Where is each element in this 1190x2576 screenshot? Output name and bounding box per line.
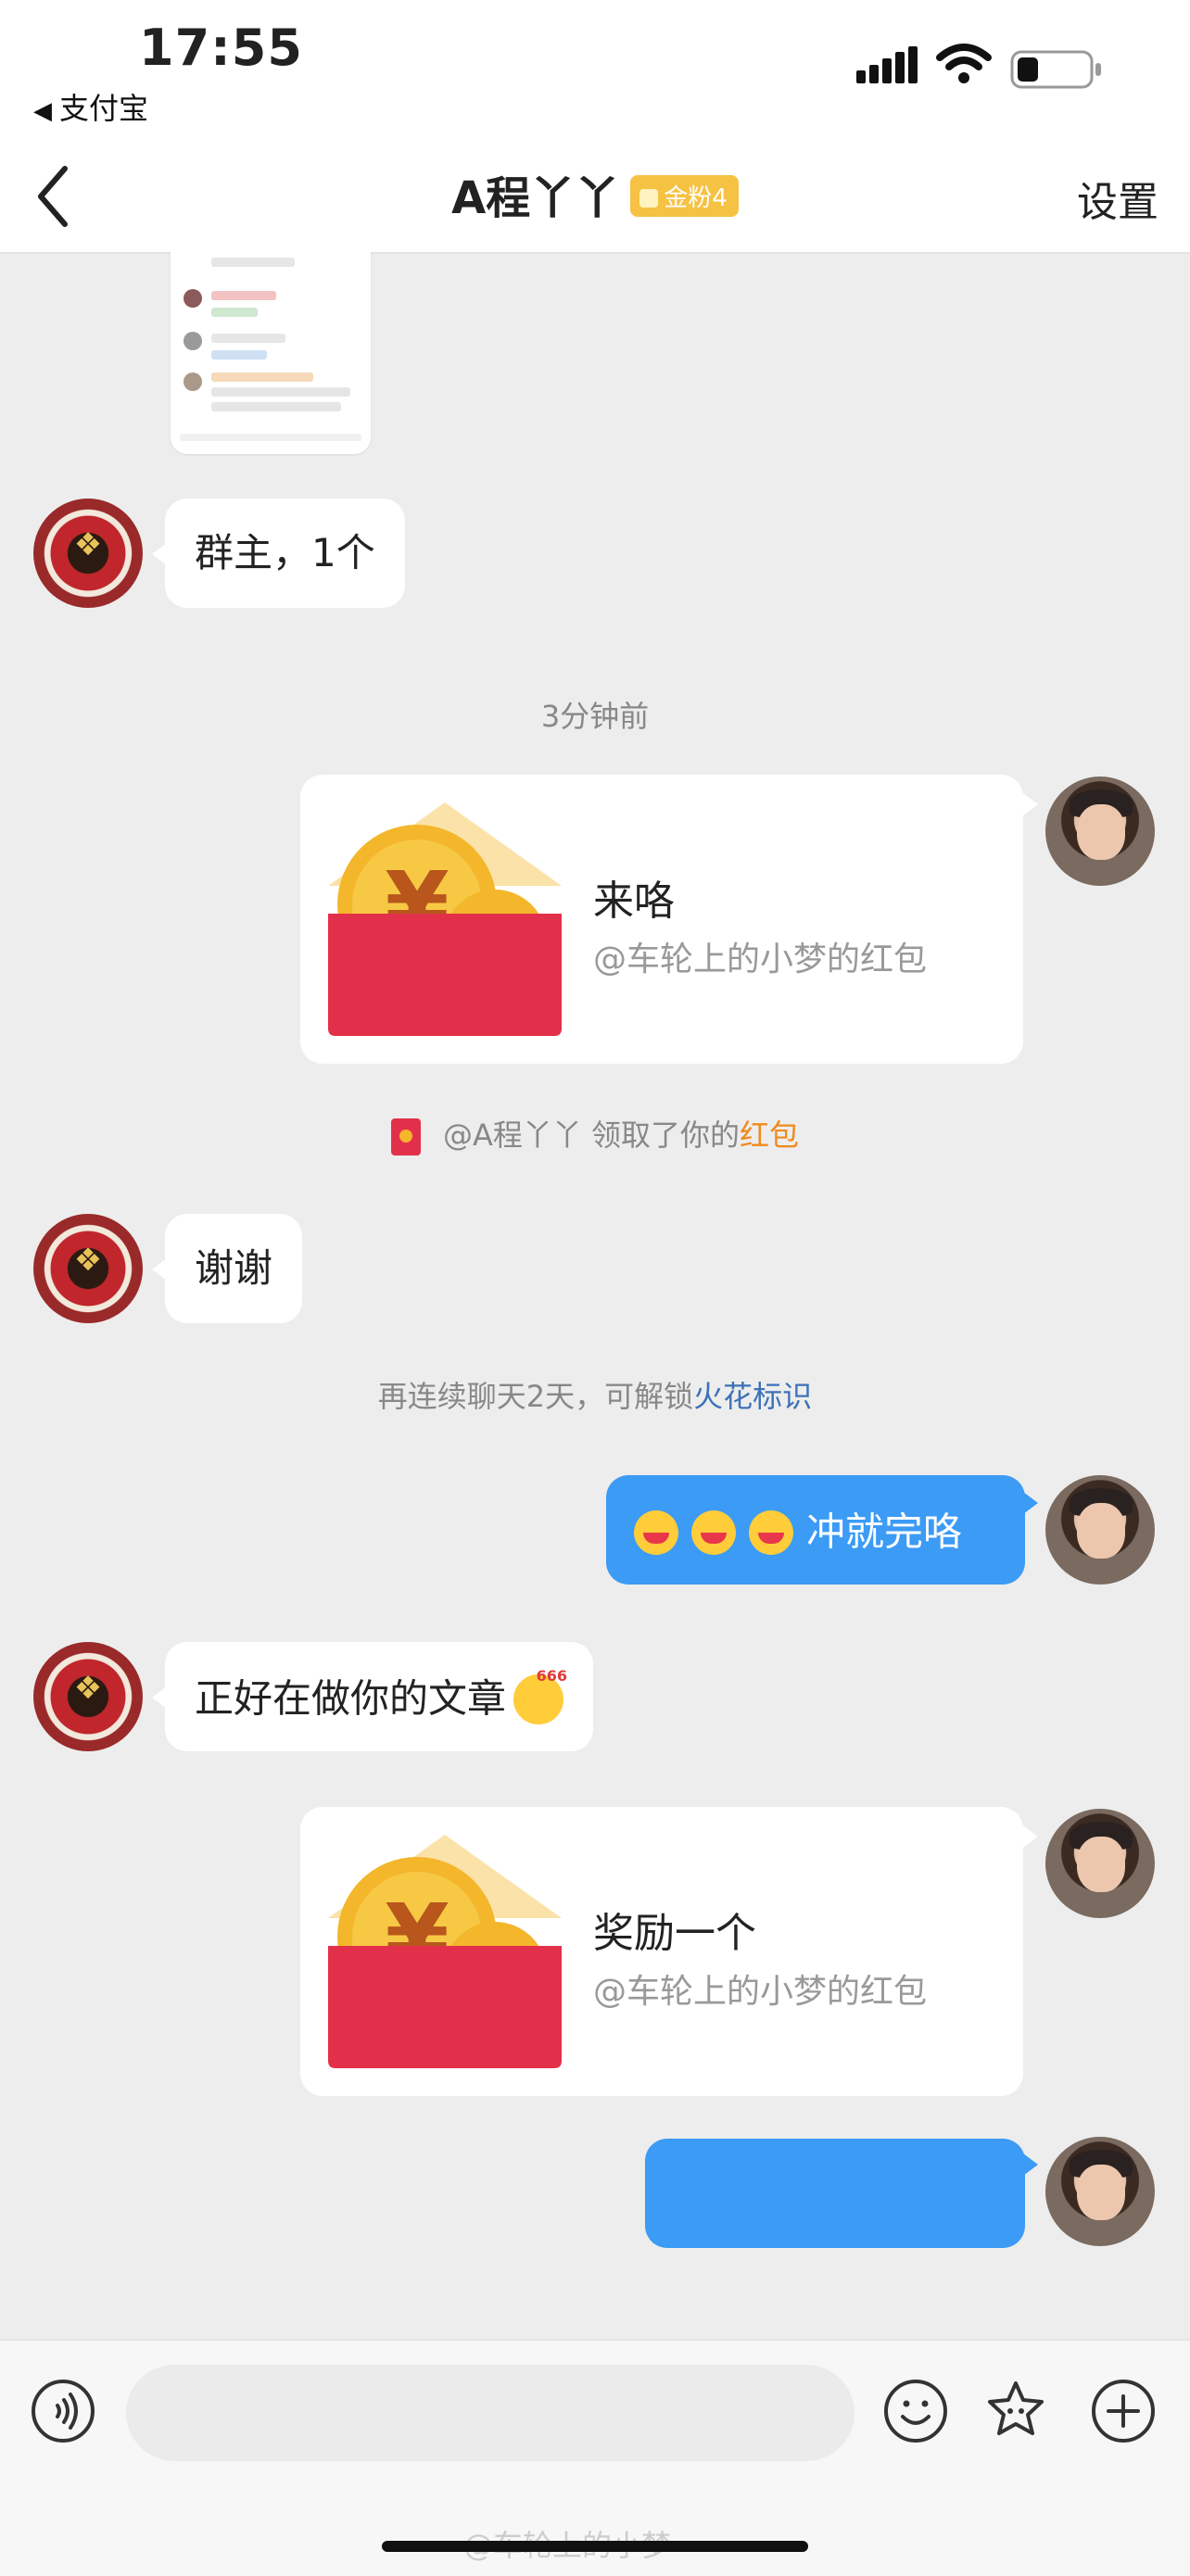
back-triangle-icon: ◀ xyxy=(33,97,52,125)
avatar-face xyxy=(1077,2165,1125,2220)
contact-avatar[interactable]: ❖ xyxy=(33,499,143,608)
red-packet-sender: @车轮上的小梦的红包 xyxy=(593,941,928,979)
home-indicator[interactable] xyxy=(382,2541,808,2552)
claim-notice-text: @A程丫丫 领取了你的 xyxy=(442,1118,741,1153)
wifi-icon xyxy=(936,44,992,83)
message-bubble-received[interactable]: 正好在做你的文章 666 xyxy=(165,1642,594,1751)
avatar-emblem: ❖ xyxy=(73,526,103,563)
contact-avatar[interactable]: ❖ xyxy=(33,1214,143,1323)
shot-avatar-dot xyxy=(184,373,202,391)
message-bubble-received[interactable]: 谢谢 xyxy=(165,1214,303,1323)
settings-button[interactable]: 设置 xyxy=(1077,169,1158,228)
avatar-face xyxy=(1077,1837,1125,1892)
my-avatar[interactable] xyxy=(1045,2137,1155,2246)
message-timestamp: 3分钟前 xyxy=(540,699,650,734)
voice-icon[interactable] xyxy=(30,2378,96,2444)
contact-name: A程丫丫 xyxy=(451,172,620,224)
shot-line xyxy=(211,350,267,360)
bubble-tail xyxy=(1023,1492,1038,1514)
spark-badge-link[interactable]: 火花标识 xyxy=(693,1379,812,1414)
my-avatar[interactable] xyxy=(1045,1475,1155,1585)
avatar-face xyxy=(1077,804,1125,860)
shot-avatar-dot xyxy=(184,289,202,308)
back-app-label: 支付宝 xyxy=(59,91,149,126)
avatar-face xyxy=(1077,1503,1125,1559)
red-packet-sender: @车轮上的小梦的红包 xyxy=(593,1973,928,2011)
message-text: 冲就完咯 xyxy=(806,1509,963,1555)
message-text: 正好在做你的文章 xyxy=(195,1675,507,1722)
message-bubble-sent[interactable] xyxy=(645,2139,1025,2248)
bubble-tail xyxy=(1023,793,1038,815)
message-text: 谢谢 xyxy=(195,1245,273,1291)
plus-icon[interactable] xyxy=(1090,2378,1157,2444)
message-bubble-sent[interactable]: 冲就完咯 xyxy=(606,1475,1025,1585)
red-packet-icon: ¥ xyxy=(328,1835,562,2068)
kiss-emoji-icon xyxy=(691,1509,736,1555)
cellular-signal-icon xyxy=(856,46,918,83)
red-packet-link[interactable]: 红包 xyxy=(740,1118,799,1153)
my-avatar[interactable] xyxy=(1045,1809,1155,1918)
bubble-tail xyxy=(1023,1825,1038,1848)
shared-screenshot-image[interactable] xyxy=(171,252,371,454)
emoji-icon[interactable] xyxy=(882,2378,949,2444)
chat-header: A程丫丫 金粉4 设置 xyxy=(0,139,1190,254)
avatar-emblem: ❖ xyxy=(73,1670,103,1707)
shot-line xyxy=(211,334,285,343)
kiss-emoji-icon xyxy=(749,1509,793,1555)
shot-line xyxy=(211,308,258,317)
shot-avatar-dot xyxy=(184,332,202,350)
thumbs-666-emoji-icon: 666 xyxy=(513,1667,567,1724)
battery-icon xyxy=(1010,50,1101,89)
shot-line xyxy=(211,387,350,397)
red-packet-title: 来咯 xyxy=(593,878,675,925)
message-input[interactable] xyxy=(126,2365,855,2461)
shot-line xyxy=(211,373,313,382)
streak-notice-text: 再连续聊天2天，可解锁 xyxy=(377,1379,694,1414)
my-avatar[interactable] xyxy=(1045,777,1155,886)
bubble-tail xyxy=(1023,2153,1038,2176)
shot-line xyxy=(211,291,276,300)
claim-notice: @A程丫丫 领取了你的红包 xyxy=(0,1112,1190,1155)
shot-line xyxy=(211,402,341,411)
red-packet-card[interactable]: ¥ 来咯 @车轮上的小梦的红包 xyxy=(300,775,1023,1064)
sticker-icon[interactable] xyxy=(982,2378,1049,2444)
back-to-app-link[interactable]: ◀ 支付宝 xyxy=(33,85,148,128)
avatar-emblem: ❖ xyxy=(73,1242,103,1279)
fan-badge-label: 金粉4 xyxy=(664,183,728,212)
red-packet-icon: ¥ xyxy=(328,802,562,1036)
message-text: 群主，1个 xyxy=(195,530,375,575)
emoji-666-label: 666 xyxy=(536,1666,568,1685)
status-time: 17:55 xyxy=(139,19,303,77)
status-bar: 17:55 ◀ 支付宝 xyxy=(0,0,1190,139)
small-red-packet-icon xyxy=(390,1118,421,1155)
input-bar: @车轮上的小梦 xyxy=(0,2339,1190,2576)
fan-badge: 金粉4 xyxy=(630,174,739,217)
message-bubble-received[interactable]: 群主，1个 xyxy=(165,499,405,608)
streak-notice: 再连续聊天2天，可解锁火花标识 xyxy=(0,1373,1190,1416)
crown-icon xyxy=(639,189,659,208)
red-packet-title: 奖励一个 xyxy=(593,1910,756,1957)
shot-footer xyxy=(180,434,361,441)
kiss-emoji-icon xyxy=(634,1509,678,1555)
contact-avatar[interactable]: ❖ xyxy=(33,1642,143,1751)
red-packet-card[interactable]: ¥ 奖励一个 @车轮上的小梦的红包 xyxy=(300,1807,1023,2096)
chat-title: A程丫丫 金粉4 xyxy=(0,161,1190,226)
shot-line xyxy=(211,258,295,267)
